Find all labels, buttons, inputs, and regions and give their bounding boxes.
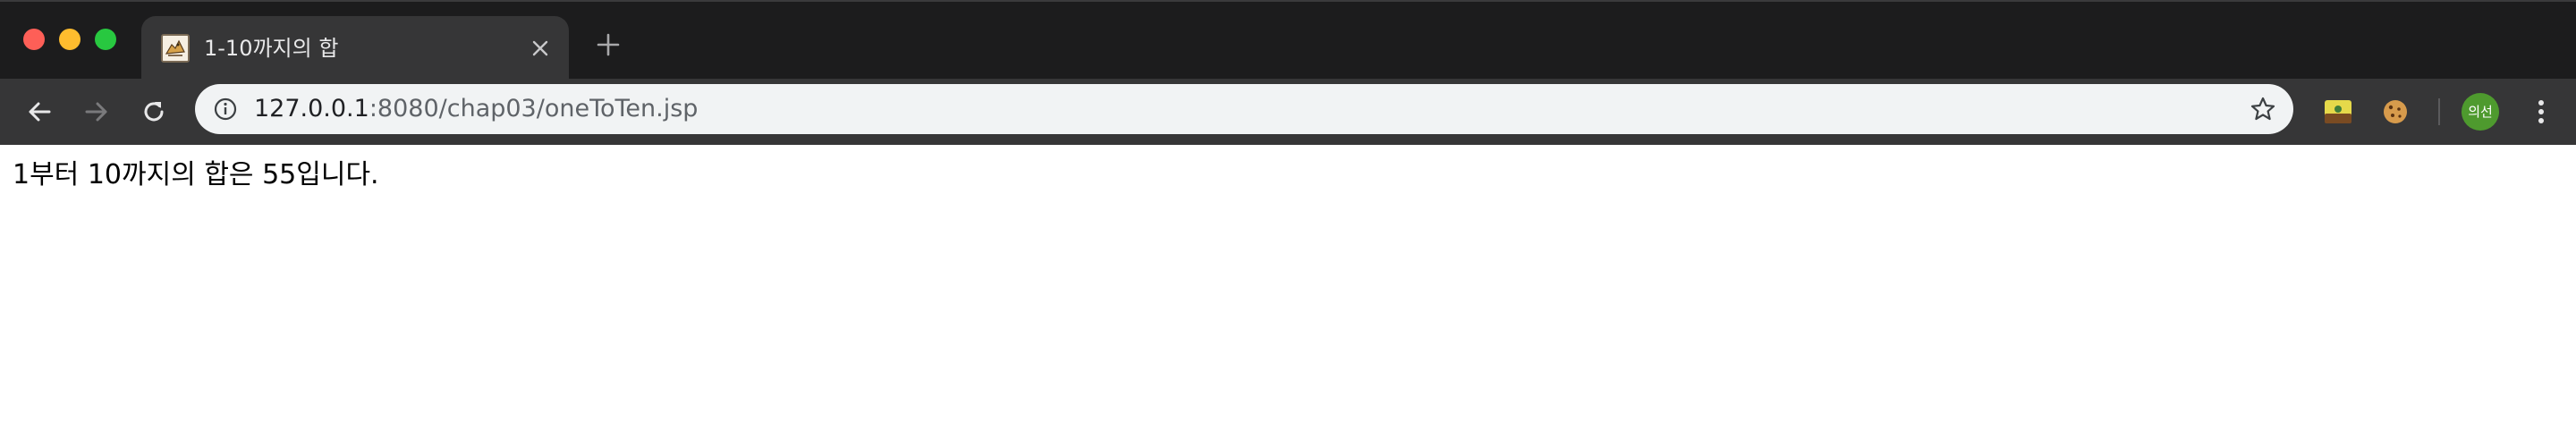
address-bar[interactable]: 127.0.0.1:8080/chap03/oneToTen.jsp: [195, 84, 2293, 134]
plus-icon[interactable]: [594, 30, 623, 59]
star-icon[interactable]: [2247, 93, 2279, 125]
page-content: 1부터 10까지의 합은 55입니다.: [0, 145, 2576, 431]
url-text[interactable]: 127.0.0.1:8080/chap03/oneToTen.jsp: [254, 93, 698, 125]
arrow-left-icon[interactable]: [18, 90, 61, 133]
window-close-button[interactable]: [23, 29, 45, 50]
toolbar-divider: [2438, 98, 2440, 125]
url-path: :8080/chap03/oneToTen.jsp: [369, 95, 699, 123]
browser-toolbar: 127.0.0.1:8080/chap03/oneToTen.jsp 의선: [0, 79, 2576, 224]
browser-window: 1-10까지의 합 127.0.0.1:8080/chap03/oneToTen…: [0, 0, 2576, 431]
tab-strip: 1-10까지의 합: [0, 0, 2576, 80]
tab-title: 1-10까지의 합: [204, 36, 339, 61]
profile-avatar[interactable]: 의선: [2462, 93, 2499, 131]
more-vertical-icon[interactable]: [2522, 93, 2560, 131]
info-icon[interactable]: [211, 95, 240, 123]
tab-active[interactable]: 1-10까지의 합: [141, 16, 569, 80]
close-icon[interactable]: [524, 32, 556, 64]
url-host: 127.0.0.1: [254, 95, 369, 123]
window-maximize-button[interactable]: [95, 29, 116, 50]
arrow-right-icon[interactable]: [75, 90, 118, 133]
extension-icon[interactable]: [2324, 97, 2352, 126]
result-text: 1부터 10까지의 합은 55입니다.: [13, 159, 379, 190]
cookie-icon[interactable]: [2381, 97, 2410, 126]
window-minimize-button[interactable]: [59, 29, 80, 50]
tomcat-favicon-icon: [161, 34, 190, 63]
reload-icon[interactable]: [132, 90, 175, 133]
